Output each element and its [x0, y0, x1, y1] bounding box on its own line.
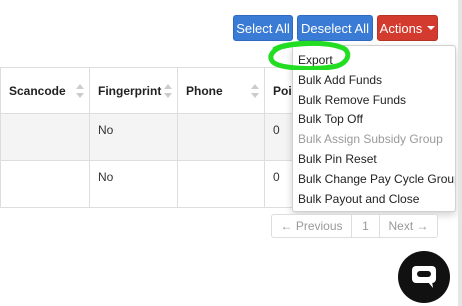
- column-header-scancode[interactable]: Scancode: [0, 67, 90, 114]
- column-label: Scancode: [9, 83, 66, 98]
- members-table: Scancode Fingerprint Phone Poin No 0 No …: [0, 67, 325, 208]
- table-row[interactable]: No 0: [0, 113, 325, 161]
- pagination: ← Previous 1 Next →: [271, 214, 438, 238]
- actions-button[interactable]: Actions: [377, 15, 438, 41]
- sort-icon: [251, 84, 259, 98]
- chat-launcher-button[interactable]: [398, 251, 450, 303]
- actions-dropdown-menu: Export Bulk Add Funds Bulk Remove Funds …: [292, 45, 456, 212]
- pagination-next[interactable]: Next →: [380, 214, 438, 238]
- cell-phone: [177, 113, 265, 161]
- menu-item-bulk-change-pay-cycle-group[interactable]: Bulk Change Pay Cycle Group: [293, 170, 455, 190]
- cell-phone: [177, 160, 265, 208]
- menu-item-bulk-add-funds[interactable]: Bulk Add Funds: [293, 71, 455, 91]
- cell-scancode: [0, 160, 90, 208]
- chat-bubble-icon: [412, 266, 436, 288]
- pagination-previous[interactable]: ← Previous: [271, 214, 352, 238]
- column-label: Phone: [186, 83, 223, 98]
- column-header-phone[interactable]: Phone: [177, 67, 265, 114]
- caret-down-icon: [427, 26, 436, 30]
- sort-icon: [76, 84, 84, 98]
- menu-item-bulk-payout-and-close[interactable]: Bulk Payout and Close: [293, 190, 455, 210]
- pagination-page-1[interactable]: 1: [352, 214, 380, 238]
- menu-item-bulk-assign-subsidy-group: Bulk Assign Subsidy Group: [298, 132, 443, 147]
- select-all-button[interactable]: Select All: [233, 15, 293, 41]
- sort-icon: [164, 84, 172, 98]
- menu-item-bulk-top-off[interactable]: Bulk Top Off: [293, 110, 455, 130]
- cell-scancode: [0, 113, 90, 161]
- deselect-all-button[interactable]: Deselect All: [297, 15, 373, 41]
- table-row[interactable]: No 0: [0, 160, 325, 208]
- table-header-row: Scancode Fingerprint Phone Poin: [0, 67, 325, 114]
- menu-item-bulk-pin-reset[interactable]: Bulk Pin Reset: [293, 150, 455, 170]
- column-header-fingerprint[interactable]: Fingerprint: [89, 67, 178, 114]
- actions-button-label: Actions: [379, 20, 423, 36]
- cell-fingerprint: No: [89, 113, 178, 161]
- column-label: Fingerprint: [98, 83, 162, 98]
- page-scrollbar[interactable]: [458, 0, 462, 306]
- cell-fingerprint: No: [89, 160, 178, 208]
- menu-item-bulk-remove-funds[interactable]: Bulk Remove Funds: [293, 91, 455, 111]
- menu-item-export[interactable]: Export: [293, 51, 455, 71]
